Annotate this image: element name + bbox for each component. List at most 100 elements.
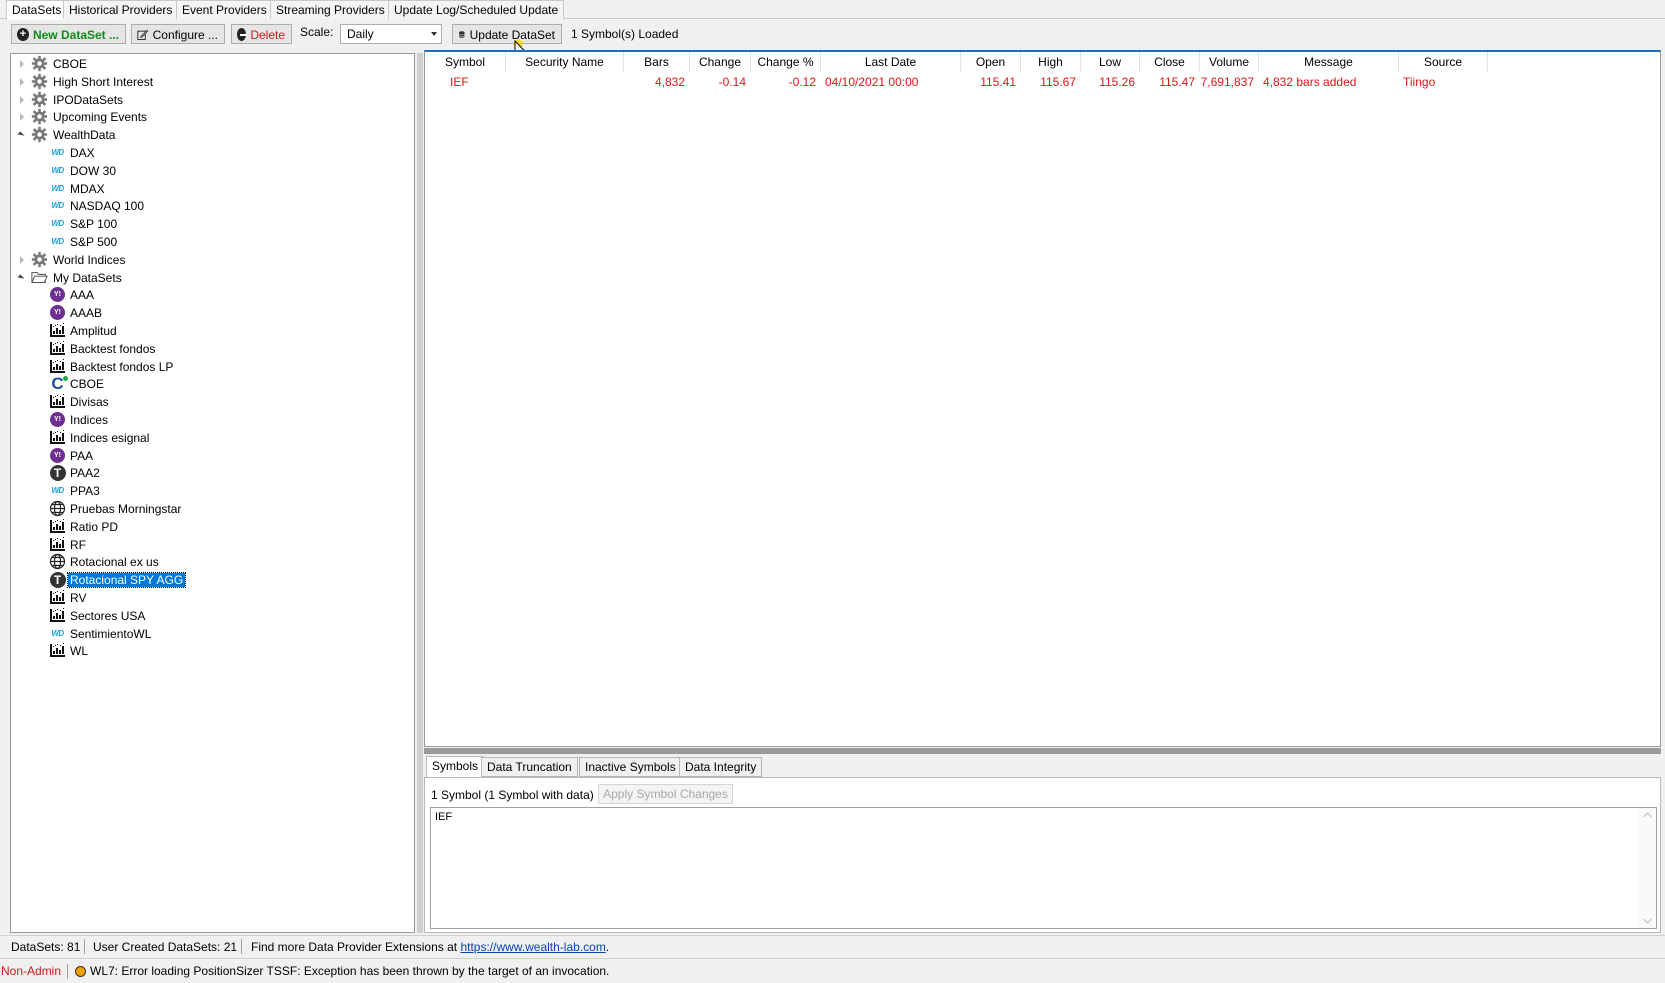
tree-item-label: World Indices xyxy=(53,252,126,267)
tree-item[interactable]: Y! Indices xyxy=(11,411,411,429)
tree-item[interactable]: Pruebas Morningstar xyxy=(11,500,411,518)
collapse-arrow-icon[interactable] xyxy=(17,131,25,139)
apply-symbol-changes-button[interactable]: Apply Symbol Changes xyxy=(598,784,733,804)
column-header[interactable]: Message xyxy=(1259,52,1399,72)
column-header[interactable]: Open xyxy=(961,52,1021,72)
cell-high: 115.67 xyxy=(1040,75,1076,89)
horizontal-splitter[interactable] xyxy=(424,748,1661,754)
column-header[interactable]: Source xyxy=(1399,52,1488,72)
expand-arrow-icon[interactable] xyxy=(20,60,24,68)
tree-item[interactable]: WD NASDAQ 100 xyxy=(11,197,411,215)
tab-historical-providers[interactable]: Historical Providers xyxy=(63,0,179,19)
dataset-tree[interactable]: CBOE High Short Interest IPODataSets Upcomi… xyxy=(10,53,415,933)
expand-arrow-icon[interactable] xyxy=(20,255,24,264)
tree-item[interactable]: WD S&P 100 xyxy=(11,215,411,233)
chart-icon xyxy=(49,606,66,624)
wealth-lab-link[interactable]: https://www.wealth-lab.com xyxy=(460,940,605,954)
gear-icon xyxy=(31,108,48,125)
symbols-loaded-status: 1 Symbol(s) Loaded xyxy=(571,27,679,41)
chart-icon xyxy=(49,642,66,660)
tree-item[interactable]: Divisas xyxy=(11,393,411,411)
column-header[interactable]: Last Date xyxy=(821,52,961,72)
new-dataset-button[interactable]: + New DataSet ... xyxy=(11,24,126,44)
column-header[interactable]: Bars xyxy=(624,52,690,72)
tree-item-label: My DataSets xyxy=(53,270,122,285)
tab-symbols[interactable]: Symbols xyxy=(426,756,485,778)
grid-header: Symbol Security Name Bars Change Change % Las… xyxy=(425,52,1657,72)
tree-item[interactable]: WD DAX xyxy=(11,144,411,162)
column-header[interactable]: Security Name xyxy=(506,52,624,72)
update-dataset-button[interactable]: Update DataSet xyxy=(452,24,562,44)
tree-item[interactable]: Indices esignal xyxy=(11,428,411,447)
tree-item-label: DOW 30 xyxy=(70,163,117,178)
tab-inactive-symbols[interactable]: Inactive Symbols xyxy=(579,757,682,777)
configure-button[interactable]: Configure ... xyxy=(131,24,225,44)
user-created-count: User Created DataSets: 21 xyxy=(93,940,238,954)
tree-item[interactable]: WD DOW 30 xyxy=(11,162,411,180)
column-header[interactable]: Symbol xyxy=(425,52,506,72)
tree-item[interactable]: Y! AAAB xyxy=(11,304,411,322)
scroll-up-icon xyxy=(1643,812,1652,818)
tree-item[interactable]: WD SentimientoWL xyxy=(11,625,411,643)
tree-item[interactable]: WL xyxy=(11,642,411,660)
scale-dropdown[interactable]: Daily xyxy=(340,24,442,44)
tab-event-providers[interactable]: Event Providers xyxy=(176,0,273,19)
cell-last-date: 04/10/2021 00:00 xyxy=(825,75,919,89)
delete-icon xyxy=(237,28,248,41)
tree-item[interactable]: WD PPA3 xyxy=(11,482,411,500)
tree-item[interactable]: RF xyxy=(11,535,411,554)
tab-update-log[interactable]: Update Log/Scheduled Update xyxy=(388,0,565,19)
column-header[interactable]: High xyxy=(1021,52,1081,72)
column-header[interactable]: Volume xyxy=(1200,52,1259,72)
chart-icon xyxy=(49,428,66,446)
tree-item[interactable]: World Indices xyxy=(11,251,411,269)
tree-item[interactable]: Backtest fondos xyxy=(11,339,411,358)
tree-item[interactable]: Upcoming Events xyxy=(11,108,411,126)
tree-item[interactable]: T PAA2 xyxy=(11,464,411,482)
tree-item[interactable]: RV xyxy=(11,589,411,607)
delete-button[interactable]: Delete xyxy=(231,24,292,44)
column-header[interactable]: Change xyxy=(690,52,751,72)
datasets-count: DataSets: 81 xyxy=(11,940,81,954)
tree-item[interactable]: High Short Interest xyxy=(11,73,411,91)
chart-icon xyxy=(49,589,66,606)
tree-item[interactable]: Backtest fondos LP xyxy=(11,357,411,376)
column-header[interactable]: Close xyxy=(1140,52,1200,72)
cell-symbol: IEF xyxy=(450,75,469,89)
configure-label: Configure ... xyxy=(152,27,218,42)
tab-data-integrity[interactable]: Data Integrity xyxy=(679,757,763,777)
toolbar: + New DataSet ... Configure ... Delete xyxy=(0,20,1665,48)
symbols-grid[interactable]: Symbol Security Name Bars Change Change % Las… xyxy=(424,50,1661,747)
tab-data-truncation[interactable]: Data Truncation xyxy=(481,757,578,777)
tree-item[interactable]: Y! PAA xyxy=(11,447,411,465)
tree-item[interactable]: Rotacional ex us xyxy=(11,553,411,571)
tree-item-label: Indices esignal xyxy=(70,430,150,445)
tree-item[interactable]: IPODataSets xyxy=(11,91,411,109)
collapse-arrow-icon[interactable] xyxy=(17,274,25,282)
symbols-scrollbar[interactable] xyxy=(1639,807,1657,929)
tree-item[interactable]: CBOE xyxy=(11,55,411,73)
message-bar: Non-Admin WL7: Error loading PositionSiz… xyxy=(0,958,1665,983)
tree-item[interactable]: My DataSets xyxy=(11,269,411,287)
tree-item[interactable]: Amplitud xyxy=(11,322,411,340)
tree-item[interactable]: C CBOE xyxy=(11,375,411,393)
expand-arrow-icon[interactable] xyxy=(20,113,24,122)
column-header[interactable]: Low xyxy=(1081,52,1140,72)
vertical-splitter[interactable] xyxy=(417,53,423,933)
tree-item[interactable]: Ratio PD xyxy=(11,517,411,536)
find-more-text: Find more Data Provider Extensions at ht… xyxy=(251,940,609,954)
tab-datasets[interactable]: DataSets xyxy=(6,0,68,20)
symbols-textarea[interactable]: IEF xyxy=(430,807,1640,929)
table-row[interactable]: IEF 4,832 -0.14 -0.12 04/10/2021 00:00 115.41… xyxy=(425,74,1657,92)
tree-item[interactable]: T Rotacional SPY AGG xyxy=(11,571,411,589)
link-suffix: . xyxy=(605,940,610,954)
tab-streaming-providers[interactable]: Streaming Providers xyxy=(270,0,391,19)
column-header[interactable]: Change % xyxy=(751,52,821,72)
tree-item[interactable]: WD S&P 500 xyxy=(11,233,411,251)
expand-arrow-icon[interactable] xyxy=(20,77,24,86)
tree-item[interactable]: WealthData xyxy=(11,126,411,144)
tree-item[interactable]: WD MDAX xyxy=(11,180,411,198)
expand-arrow-icon[interactable] xyxy=(20,95,24,104)
tree-item[interactable]: Sectores USA xyxy=(11,606,411,625)
tree-item[interactable]: Y! AAA xyxy=(11,286,411,304)
